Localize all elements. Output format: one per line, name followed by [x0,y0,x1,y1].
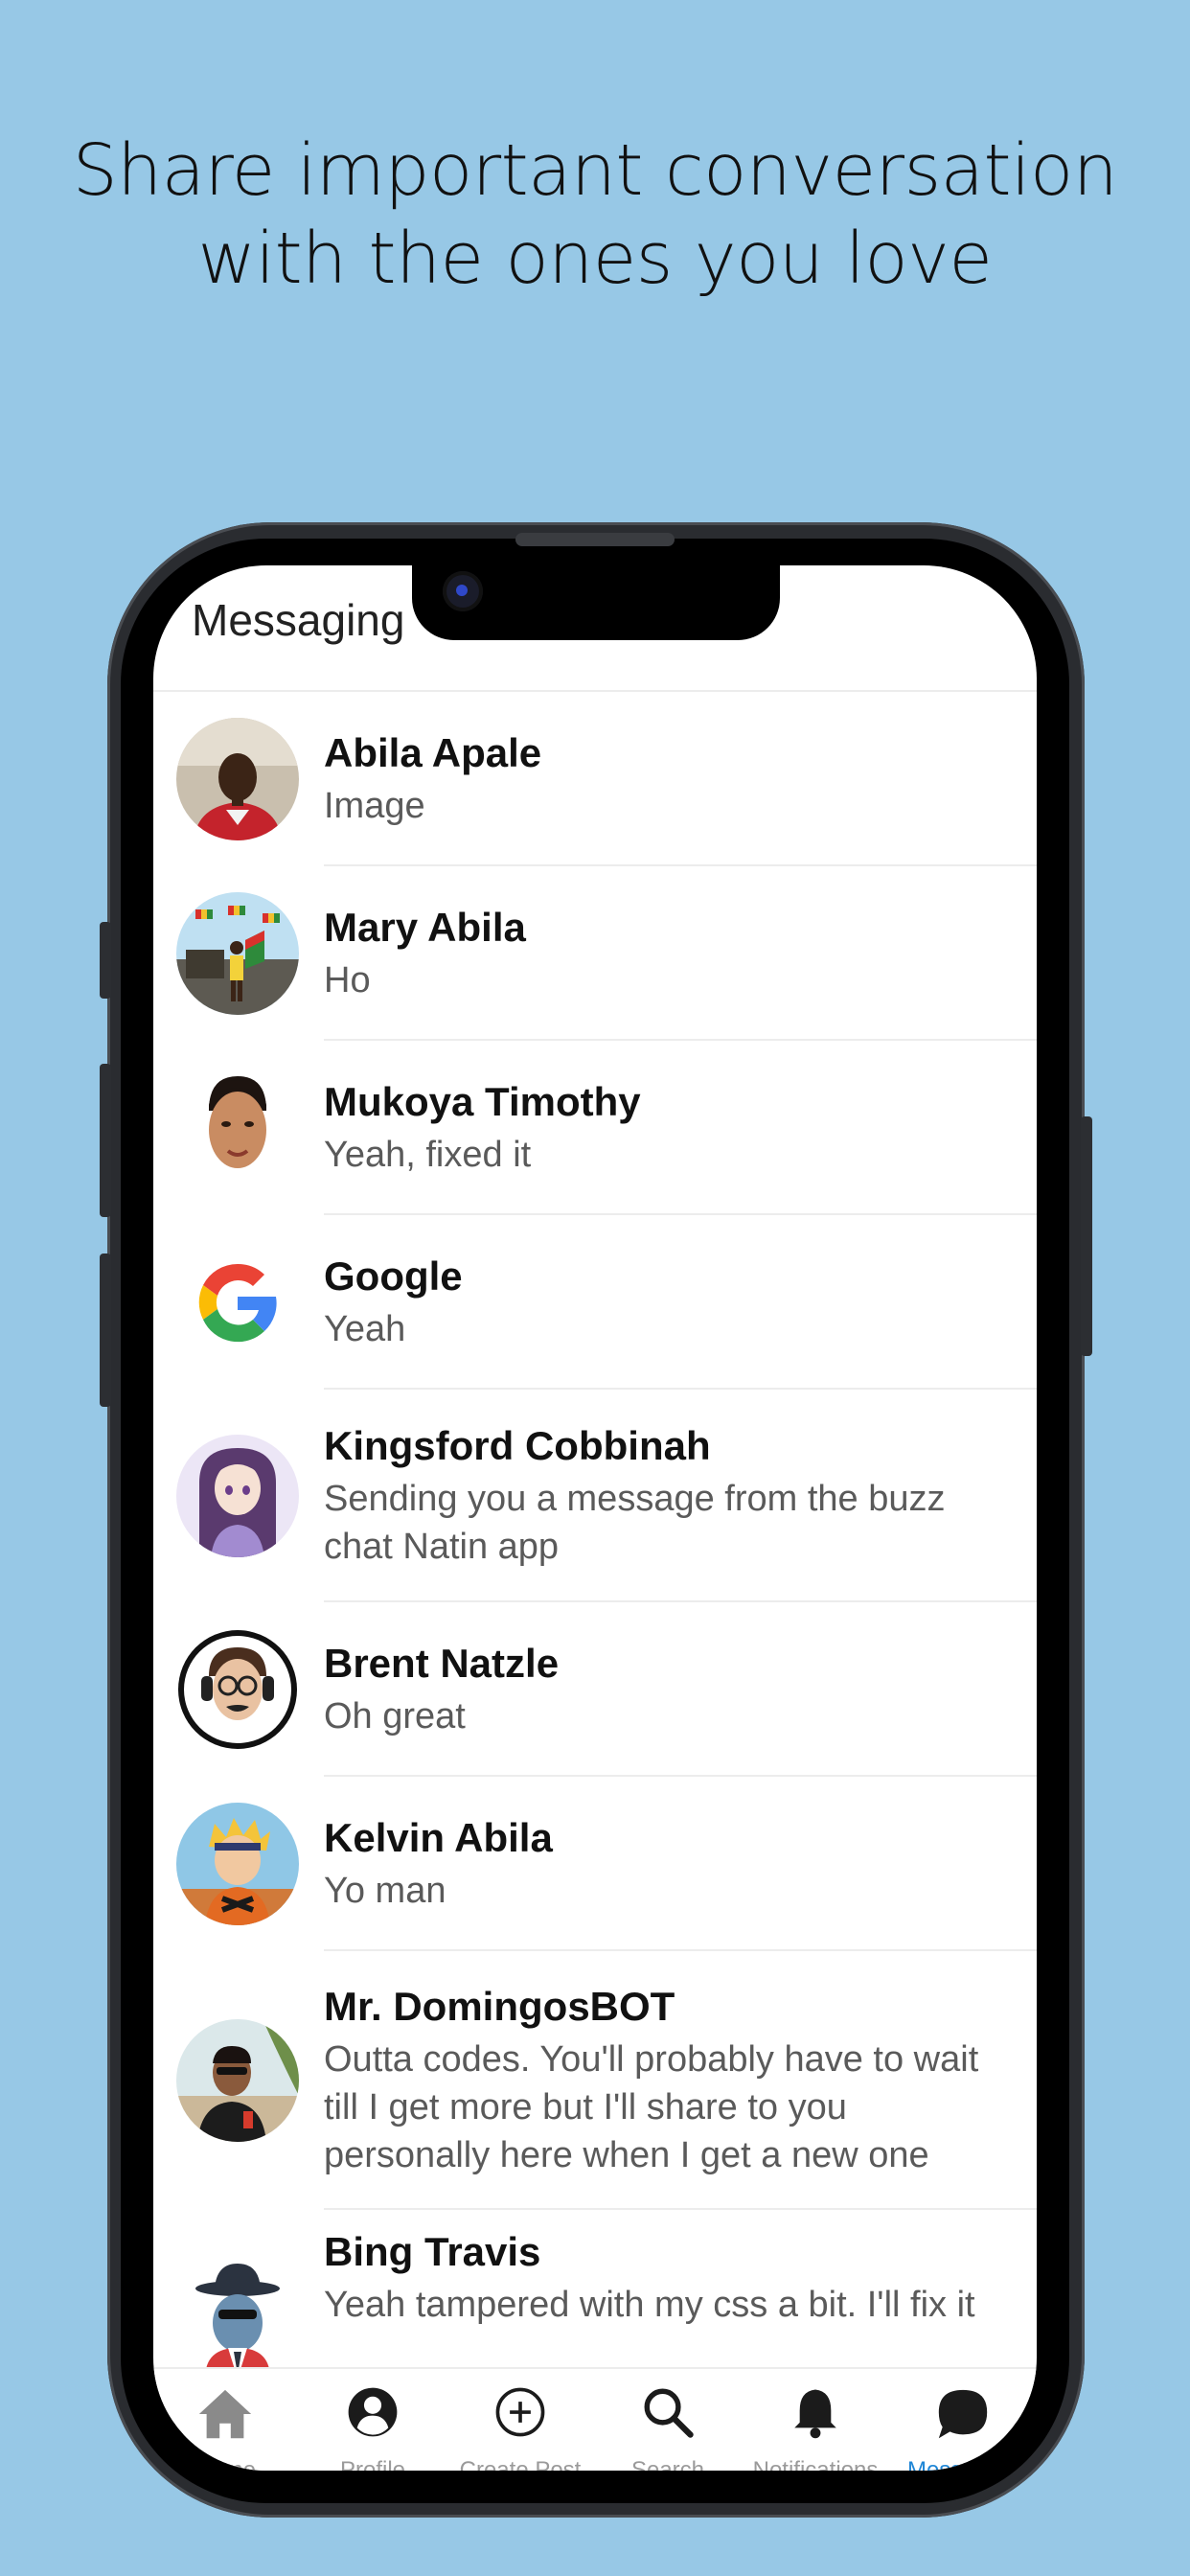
headline-line-2: with the ones you love [197,218,993,300]
nav-item-home[interactable]: Home [153,2369,297,2471]
contact-name: Bing Travis [324,2229,541,2274]
page-title: Messaging [192,595,405,645]
contact-name: Kingsford Cobbinah [324,1423,711,1468]
plus-circle-icon [495,2387,545,2437]
message-preview: Yo man [324,1871,446,1911]
nav-label: Messaging [906,2457,1019,2471]
contact-name: Abila Apale [324,730,542,775]
avatar [176,2256,299,2379]
message-preview: Yeah [324,1309,406,1349]
list-item[interactable]: Mary Abila Ho [153,866,1037,1041]
bell-icon [794,2389,836,2439]
phone-volume-down [100,1254,111,1407]
nav-label: Home [194,2457,257,2471]
list-item[interactable]: Google Yeah [153,1215,1037,1390]
phone-screen: Messaging Abila Apale Image Mary Abila H… [153,565,1037,2471]
nav-label: Search [630,2457,705,2471]
avatar [176,1241,299,1364]
camera-icon [443,571,483,611]
message-preview: Yeah tampered with my css a bit. I'll fi… [324,2285,975,2325]
list-item[interactable]: Kelvin Abila Yo man [153,1777,1037,1951]
list-item[interactable]: Kingsford Cobbinah Sending you a message… [153,1390,1037,1602]
contact-name: Mary Abila [324,905,526,950]
nav-item-profile[interactable]: Profile [301,2369,445,2471]
home-icon [198,2389,252,2439]
nav-item-notifications[interactable]: Notifications [744,2369,887,2471]
avatar [176,1628,299,1751]
phone-side-button [100,922,111,999]
nav-item-search[interactable]: Search [596,2369,740,2471]
nav-item-create-post[interactable]: Create Post [448,2369,592,2471]
phone-power-button [1081,1116,1092,1356]
conversation-list[interactable]: Abila Apale Image Mary Abila Ho Mukoya T… [153,692,1037,2407]
nav-label: Profile [339,2457,406,2471]
headline-line-1: Share important conversation [72,129,1118,212]
search-icon [644,2388,694,2438]
chat-icon [938,2389,988,2439]
avatar [176,892,299,1015]
contact-name: Kelvin Abila [324,1815,553,1860]
list-item[interactable]: Mukoya Timothy Yeah, fixed it [153,1041,1037,1215]
list-item[interactable]: Brent Natzle Oh great [153,1602,1037,1777]
bottom-nav: Home Profile Create Post Search Notifica… [153,2367,1037,2471]
nav-label: Create Post [459,2457,582,2471]
headline: Share important conversation with the on… [0,126,1190,303]
profile-icon [348,2387,398,2437]
contact-name: Brent Natzle [324,1641,560,1686]
nav-item-messaging[interactable]: Messaging [891,2369,1035,2471]
message-preview: Ho [324,960,371,1000]
list-item[interactable]: Mr. DomingosBOT Outta codes. You'll prob… [153,1951,1037,2210]
avatar [176,2019,299,2142]
avatar [176,1435,299,1557]
list-item[interactable]: Abila Apale Image [153,692,1037,866]
avatar [176,1067,299,1189]
message-preview: Yeah, fixed it [324,1135,532,1175]
message-preview: Sending you a message from the buzz chat… [324,1479,946,1567]
google-logo-icon [176,1241,299,1364]
avatar [176,1803,299,1925]
message-preview: Oh great [324,1696,466,1736]
message-preview: Outta codes. You'll probably have to wai… [324,2039,979,2175]
phone-volume-up [100,1064,111,1217]
contact-name: Mr. DomingosBOT [324,1984,675,2029]
nav-label: Notifications [752,2457,879,2471]
avatar [176,718,299,840]
phone-speaker [515,533,675,546]
contact-name: Google [324,1254,463,1299]
message-preview: Image [324,786,425,826]
contact-name: Mukoya Timothy [324,1079,641,1124]
